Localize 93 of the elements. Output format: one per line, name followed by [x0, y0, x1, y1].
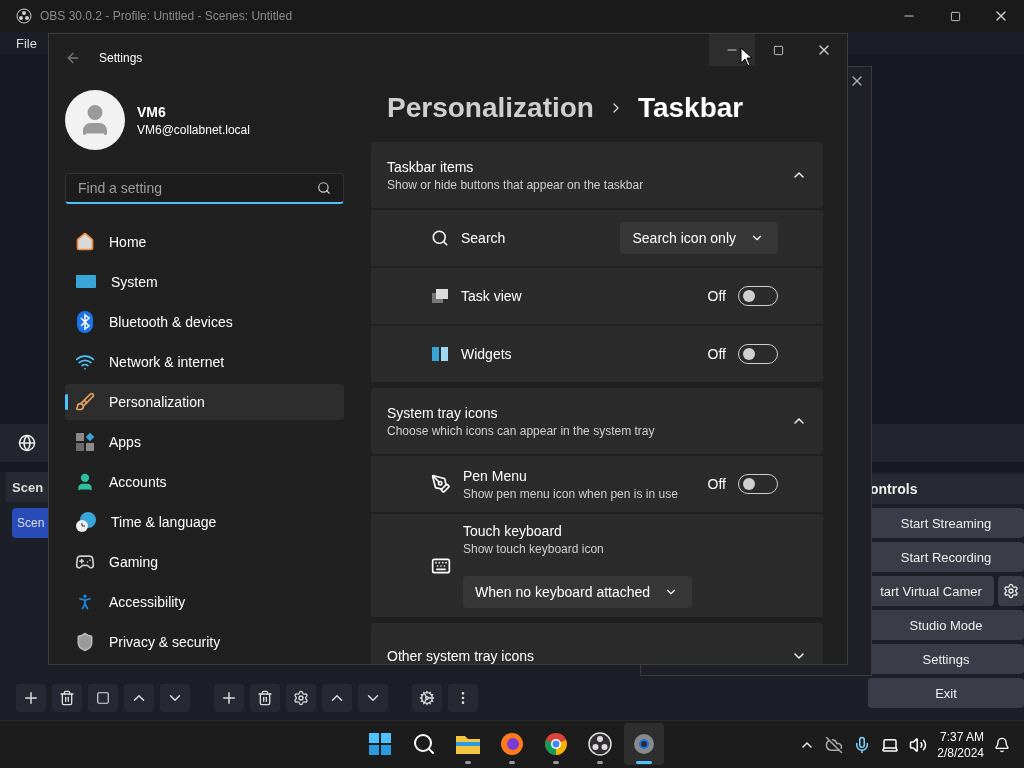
- search-icon: [317, 180, 331, 195]
- gear-icon[interactable]: [632, 732, 656, 756]
- toggle-state: Off: [707, 288, 726, 304]
- dropdown[interactable]: When no keyboard attached: [463, 576, 693, 608]
- section-title: Taskbar items: [387, 158, 475, 175]
- windows-logo-icon[interactable]: [368, 732, 392, 756]
- add-button[interactable]: [214, 684, 244, 712]
- search-icon: [431, 229, 449, 247]
- wifi-icon: [75, 352, 95, 372]
- delete-button[interactable]: [52, 684, 82, 712]
- plus-icon: [220, 689, 238, 707]
- filter-button[interactable]: [88, 684, 118, 712]
- settings-icon: [1003, 583, 1019, 599]
- breadcrumb-item[interactable]: Personalization: [387, 92, 594, 124]
- breadcrumb-item: Taskbar: [637, 92, 744, 124]
- nav-item[interactable]: Personalization: [65, 384, 344, 420]
- move-down-button[interactable]: [160, 684, 190, 712]
- delete-button[interactable]: [250, 684, 280, 712]
- settings-icon: [293, 690, 309, 706]
- cloud-off-icon[interactable]: [825, 735, 844, 754]
- dropdown[interactable]: Search icon only: [620, 222, 778, 254]
- volume-icon[interactable]: [909, 735, 928, 754]
- home-icon: [75, 232, 95, 252]
- setting-label: Touch keyboard: [463, 523, 563, 539]
- task-view-icon: [431, 288, 449, 304]
- gear-icon: [419, 690, 435, 706]
- nav-item[interactable]: Network & internet: [65, 344, 344, 380]
- settings-button[interactable]: [286, 684, 316, 712]
- trash-icon: [257, 690, 273, 706]
- bluetooth-icon: [75, 311, 95, 333]
- pen-icon: [431, 474, 451, 494]
- nav-item[interactable]: Gaming: [65, 544, 344, 580]
- nav-item[interactable]: Privacy & security: [65, 624, 344, 660]
- apps-icon: [75, 432, 95, 452]
- globe-icon[interactable]: [18, 434, 36, 452]
- globe-clock-icon: [75, 511, 97, 533]
- toggle-state: Off: [707, 476, 726, 492]
- shield-icon: [75, 632, 95, 652]
- window-title: Settings: [99, 51, 143, 65]
- window-title: OBS 30.0.2 - Profile: Untitled - Scenes: Untitled: [40, 9, 293, 23]
- setting-label: Search: [461, 230, 507, 246]
- control-button[interactable]: Exit: [868, 678, 1024, 708]
- section-title: System tray icons: [387, 404, 499, 421]
- folder-icon[interactable]: [455, 733, 481, 755]
- search-box[interactable]: Find a setting: [65, 172, 344, 204]
- brush-icon: [75, 392, 95, 412]
- section-header[interactable]: Other system tray icons: [371, 623, 823, 664]
- maximize-icon: [949, 10, 961, 22]
- setting-description: Show touch keyboard icon: [463, 542, 605, 556]
- advanced-settings-button[interactable]: [412, 684, 442, 712]
- setting-description: Show pen menu icon when pen is in use: [463, 486, 679, 501]
- setting-label: Task view: [461, 288, 523, 304]
- plus-icon: [22, 689, 40, 707]
- search-icon[interactable]: [412, 732, 436, 756]
- menu-item[interactable]: File: [16, 35, 37, 51]
- widgets-icon: [431, 346, 449, 362]
- section-header[interactable]: Taskbar items Show or hide buttons that appear on the taskbar: [371, 142, 823, 208]
- browser-icon[interactable]: [544, 732, 568, 756]
- clock[interactable]: 7:37 AM 2/8/2024: [937, 729, 984, 760]
- section-header[interactable]: System tray icons Choose which icons can appear in the system tray: [371, 388, 823, 454]
- setting-label: Widgets: [461, 346, 513, 362]
- back-icon[interactable]: [65, 50, 81, 66]
- move-down-button[interactable]: [358, 684, 388, 712]
- obs-icon[interactable]: [588, 732, 612, 756]
- section-title: Other system tray icons: [387, 648, 536, 664]
- nav-item[interactable]: Apps: [65, 424, 344, 460]
- toggle-state: Off: [707, 346, 726, 362]
- square-icon: [96, 691, 110, 705]
- notification-icon[interactable]: [994, 736, 1010, 753]
- nav-item[interactable]: Bluetooth & devices: [65, 304, 344, 340]
- add-button[interactable]: [16, 684, 46, 712]
- search-field[interactable]: Find a setting: [76, 178, 317, 197]
- nav-item[interactable]: Accessibility: [65, 584, 344, 620]
- cursor-icon: [740, 47, 752, 67]
- nav-item[interactable]: Time & language: [65, 504, 344, 540]
- settings-button[interactable]: [998, 576, 1024, 606]
- minimize-button[interactable]: [709, 34, 755, 66]
- scene-item[interactable]: Scen: [12, 508, 48, 538]
- user-name: VM6: [137, 103, 167, 120]
- section-subtitle: Show or hide buttons that appear on the taskbar: [387, 177, 645, 192]
- browser-icon[interactable]: [500, 732, 524, 756]
- maximize-icon: [772, 44, 784, 56]
- user-email: VM6@collabnet.local: [137, 122, 250, 137]
- monitor-icon: [75, 273, 97, 291]
- gamepad-icon: [75, 552, 95, 572]
- section-subtitle: Choose which icons can appear in the system tray: [387, 423, 656, 438]
- person-icon: [75, 472, 95, 492]
- nav-item[interactable]: Home: [65, 224, 344, 260]
- move-up-button[interactable]: [322, 684, 352, 712]
- move-up-button[interactable]: [124, 684, 154, 712]
- obs-icon: [16, 8, 32, 24]
- trash-icon: [59, 690, 75, 706]
- nav-item[interactable]: System: [65, 264, 344, 300]
